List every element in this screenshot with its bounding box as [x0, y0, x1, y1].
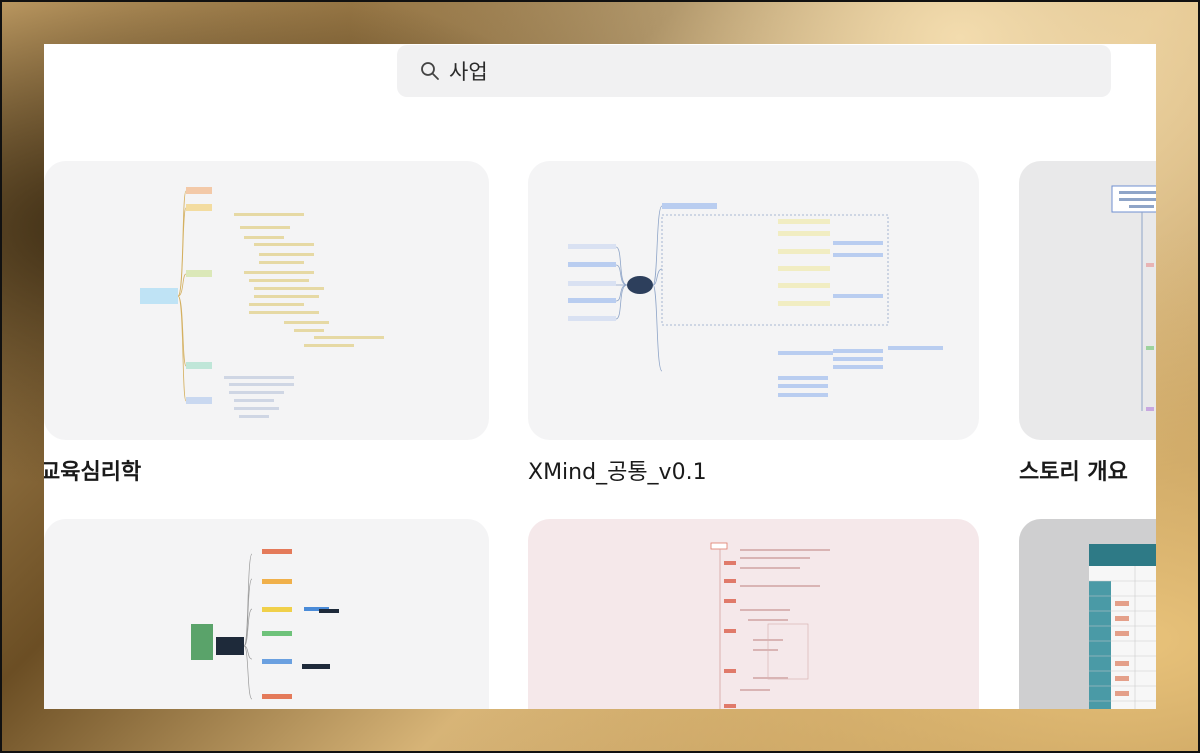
mindmap-preview	[568, 203, 943, 397]
file-card-thumbnail[interactable]	[528, 161, 979, 440]
file-card-thumbnail[interactable]	[44, 519, 489, 709]
search-input[interactable]: 사업	[449, 56, 488, 86]
file-browser-screen: 사업 교육심리학 XMind_공통_v0.1 스토리 개요	[44, 44, 1156, 709]
mindmap-preview	[1111, 185, 1156, 411]
file-card-thumbnail[interactable]	[44, 161, 489, 440]
file-card-thumbnail[interactable]	[1019, 519, 1156, 709]
file-title[interactable]: 교육심리학	[44, 454, 141, 486]
file-card-thumbnail[interactable]	[1019, 161, 1156, 440]
file-card-thumbnail[interactable]	[528, 519, 979, 709]
mindmap-preview	[710, 542, 830, 709]
search-bar[interactable]: 사업	[397, 45, 1111, 97]
file-title[interactable]: XMind_공통_v0.1	[528, 454, 707, 486]
file-title[interactable]: 스토리 개요	[1019, 454, 1128, 486]
spreadsheet-preview	[1089, 544, 1156, 709]
search-icon	[419, 60, 441, 82]
mindmap-preview	[191, 549, 339, 700]
mindmap-preview	[140, 187, 384, 418]
